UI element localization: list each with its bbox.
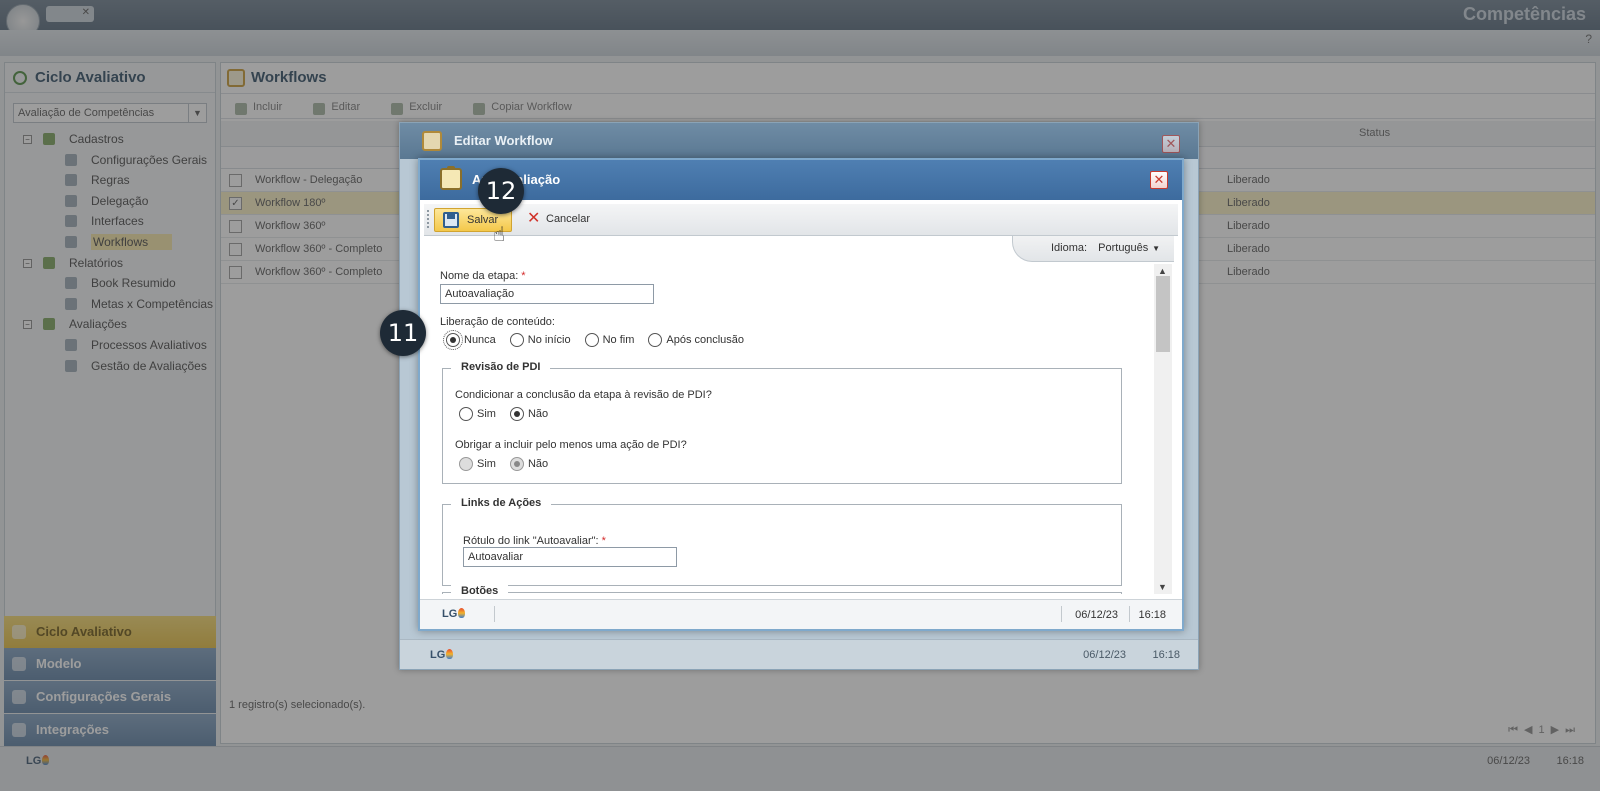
pdi-q1-options: Sim Não xyxy=(459,407,562,421)
footer-time: 16:18 xyxy=(1152,649,1180,661)
link-label-label: Rótulo do link "Autoavaliar": * xyxy=(463,535,606,547)
lg-logo: LG xyxy=(442,608,466,620)
content-release-options: Nunca No início No fim Após conclusão xyxy=(443,330,758,350)
required-marker: * xyxy=(601,535,606,547)
form-scrollbar[interactable]: ▲ ▼ xyxy=(1154,264,1172,594)
toolbar-grip-icon xyxy=(427,210,430,228)
edit-workflow-footer: LG 06/12/23 16:18 xyxy=(400,639,1198,669)
footer-date: 06/12/23 xyxy=(1083,649,1126,661)
radio-dot xyxy=(443,330,463,350)
scroll-down-icon[interactable]: ▼ xyxy=(1158,582,1167,592)
hand-cursor-icon: ☝ xyxy=(493,224,506,246)
radio-dot xyxy=(509,333,524,347)
cancel-button-label: Cancelar xyxy=(546,213,591,225)
action-links-legend: Links de Ações xyxy=(451,497,552,509)
pdi-q2-label: Obrigar a incluir pelo menos uma ação de… xyxy=(455,439,687,451)
release-start-radio[interactable]: No início xyxy=(509,333,571,347)
footer-time: 16:18 xyxy=(1138,609,1166,621)
lg-logo: LG xyxy=(430,649,454,661)
flame-icon xyxy=(458,608,466,618)
close-icon[interactable]: ✕ xyxy=(1162,135,1180,153)
clipboard-icon xyxy=(440,166,462,190)
cancel-x-icon: ✕ xyxy=(527,210,541,227)
footer-date: 06/12/23 xyxy=(1075,609,1118,621)
dialog-toolbar: Salvar ✕ Cancelar xyxy=(424,204,1178,236)
chevron-down-icon[interactable]: ▼ xyxy=(1152,237,1160,261)
pdi-q1-label: Condicionar a conclusão da etapa à revis… xyxy=(455,389,712,401)
radio-dot xyxy=(459,457,473,471)
required-marker: * xyxy=(521,270,526,282)
action-links-fieldset: Links de Ações Rótulo do link "Autoavali… xyxy=(442,497,1122,586)
pdi-review-fieldset: Revisão de PDI Condicionar a conclusão d… xyxy=(442,361,1122,484)
pdi-q2-options: Sim Não xyxy=(459,457,562,471)
radio-dot xyxy=(509,457,524,471)
flame-icon xyxy=(446,649,454,659)
pdi-q2-no-radio[interactable]: Não xyxy=(509,457,548,471)
link-label-input[interactable]: Autoavaliar xyxy=(463,547,677,567)
dialog-form: Nome da etapa: * Autoavaliação Liberação … xyxy=(424,264,1154,594)
release-end-radio[interactable]: No fim xyxy=(584,333,634,347)
language-selector[interactable]: Idioma: Português ▼ xyxy=(1012,236,1174,262)
release-never-radio[interactable]: Nunca xyxy=(443,330,496,350)
scroll-thumb[interactable] xyxy=(1156,276,1170,352)
step-dialog-header: Autoavaliação ✕ xyxy=(420,160,1182,200)
buttons-legend: Botões xyxy=(451,585,509,594)
step-dialog-footer: LG 06/12/23 16:18 xyxy=(420,599,1182,629)
pdi-q2-yes-radio[interactable]: Sim xyxy=(459,457,496,471)
buttons-fieldset: Botões xyxy=(442,585,1122,594)
step-name-input[interactable]: Autoavaliação xyxy=(440,284,654,304)
cancel-button[interactable]: ✕ Cancelar xyxy=(524,208,614,232)
close-icon[interactable]: ✕ xyxy=(1150,171,1168,189)
scroll-up-icon[interactable]: ▲ xyxy=(1158,266,1167,276)
footer-divider xyxy=(1061,606,1062,622)
content-release-label: Liberação de conteúdo: xyxy=(440,316,555,328)
edit-workflow-title: Editar Workflow xyxy=(454,133,553,148)
release-after-radio[interactable]: Após conclusão xyxy=(648,333,744,347)
radio-dot xyxy=(584,333,599,347)
radio-dot xyxy=(509,407,524,421)
radio-dot xyxy=(459,407,473,421)
pdi-q1-yes-radio[interactable]: Sim xyxy=(459,407,496,421)
footer-divider xyxy=(494,606,495,622)
step-dialog: Autoavaliação ✕ Salvar ✕ Cancelar Idioma… xyxy=(418,158,1184,631)
step-badge-save: 12 xyxy=(478,168,524,214)
pdi-q1-no-radio[interactable]: Não xyxy=(509,407,548,421)
edit-workflow-header: Editar Workflow ✕ xyxy=(400,123,1198,159)
pdi-review-legend: Revisão de PDI xyxy=(451,361,551,373)
language-value: Português xyxy=(1098,242,1149,254)
step-name-label: Nome da etapa: * xyxy=(440,270,526,282)
radio-dot xyxy=(648,333,663,347)
clipboard-icon xyxy=(422,131,442,151)
step-badge-release: 11 xyxy=(380,310,426,356)
footer-divider xyxy=(1129,606,1130,622)
floppy-disk-icon xyxy=(443,212,459,228)
language-label: Idioma: xyxy=(1051,242,1088,254)
